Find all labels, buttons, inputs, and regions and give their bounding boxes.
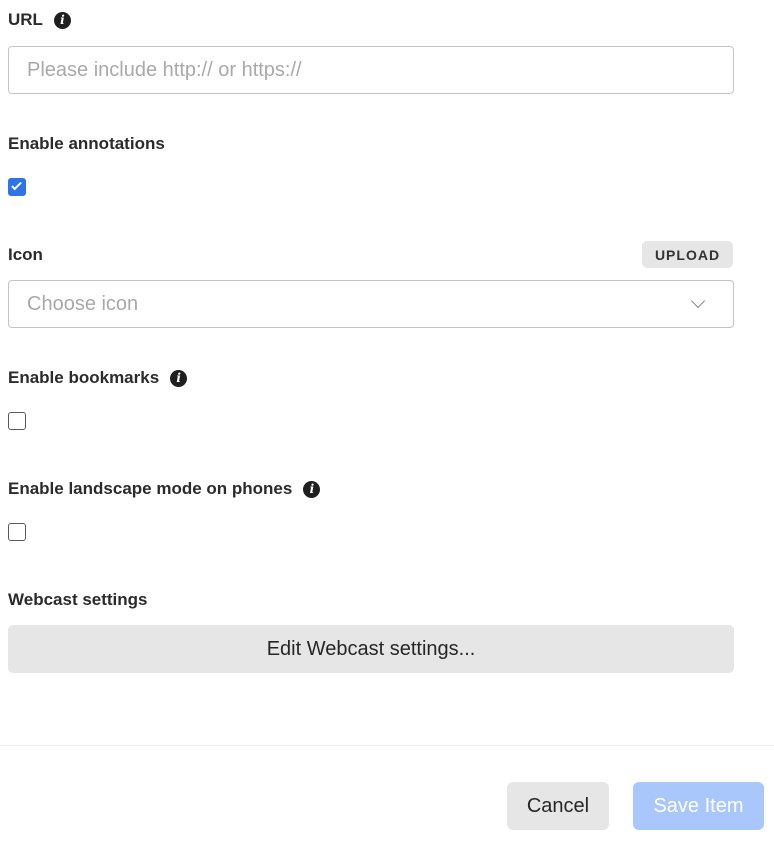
icon-label: Icon — [8, 245, 43, 264]
annotations-label: Enable annotations — [8, 134, 165, 153]
cancel-button[interactable]: Cancel — [507, 782, 609, 830]
icon-select[interactable]: Choose icon — [8, 280, 734, 328]
upload-button[interactable]: UPLOAD — [642, 241, 733, 268]
annotations-checkbox[interactable] — [8, 178, 26, 196]
bookmarks-checkbox[interactable] — [8, 412, 26, 430]
icon-select-placeholder: Choose icon — [27, 292, 139, 315]
item-settings-form: URL i Enable annotations Icon UPLOAD Cho… — [0, 0, 774, 850]
bookmarks-label: Enable bookmarks — [8, 368, 160, 387]
webcast-label-row: Webcast settings — [8, 590, 148, 610]
url-input[interactable] — [8, 46, 734, 94]
edit-webcast-settings-button[interactable]: Edit Webcast settings... — [8, 625, 734, 673]
landscape-label-row: Enable landscape mode on phones i — [8, 479, 321, 499]
info-icon[interactable]: i — [53, 11, 71, 29]
footer-divider — [0, 745, 774, 746]
save-item-button[interactable]: Save Item — [633, 782, 764, 830]
checkmark-icon — [11, 179, 22, 191]
icon-label-row: Icon — [8, 245, 43, 265]
webcast-label: Webcast settings — [8, 590, 148, 609]
landscape-checkbox[interactable] — [8, 523, 26, 541]
chevron-down-icon — [690, 293, 706, 309]
landscape-label: Enable landscape mode on phones — [8, 479, 293, 498]
bookmarks-label-row: Enable bookmarks i — [8, 368, 188, 388]
info-icon[interactable]: i — [303, 480, 321, 498]
url-label-row: URL i — [8, 10, 71, 30]
url-label: URL — [8, 10, 43, 29]
info-icon[interactable]: i — [170, 369, 188, 387]
annotations-label-row: Enable annotations — [8, 134, 165, 154]
